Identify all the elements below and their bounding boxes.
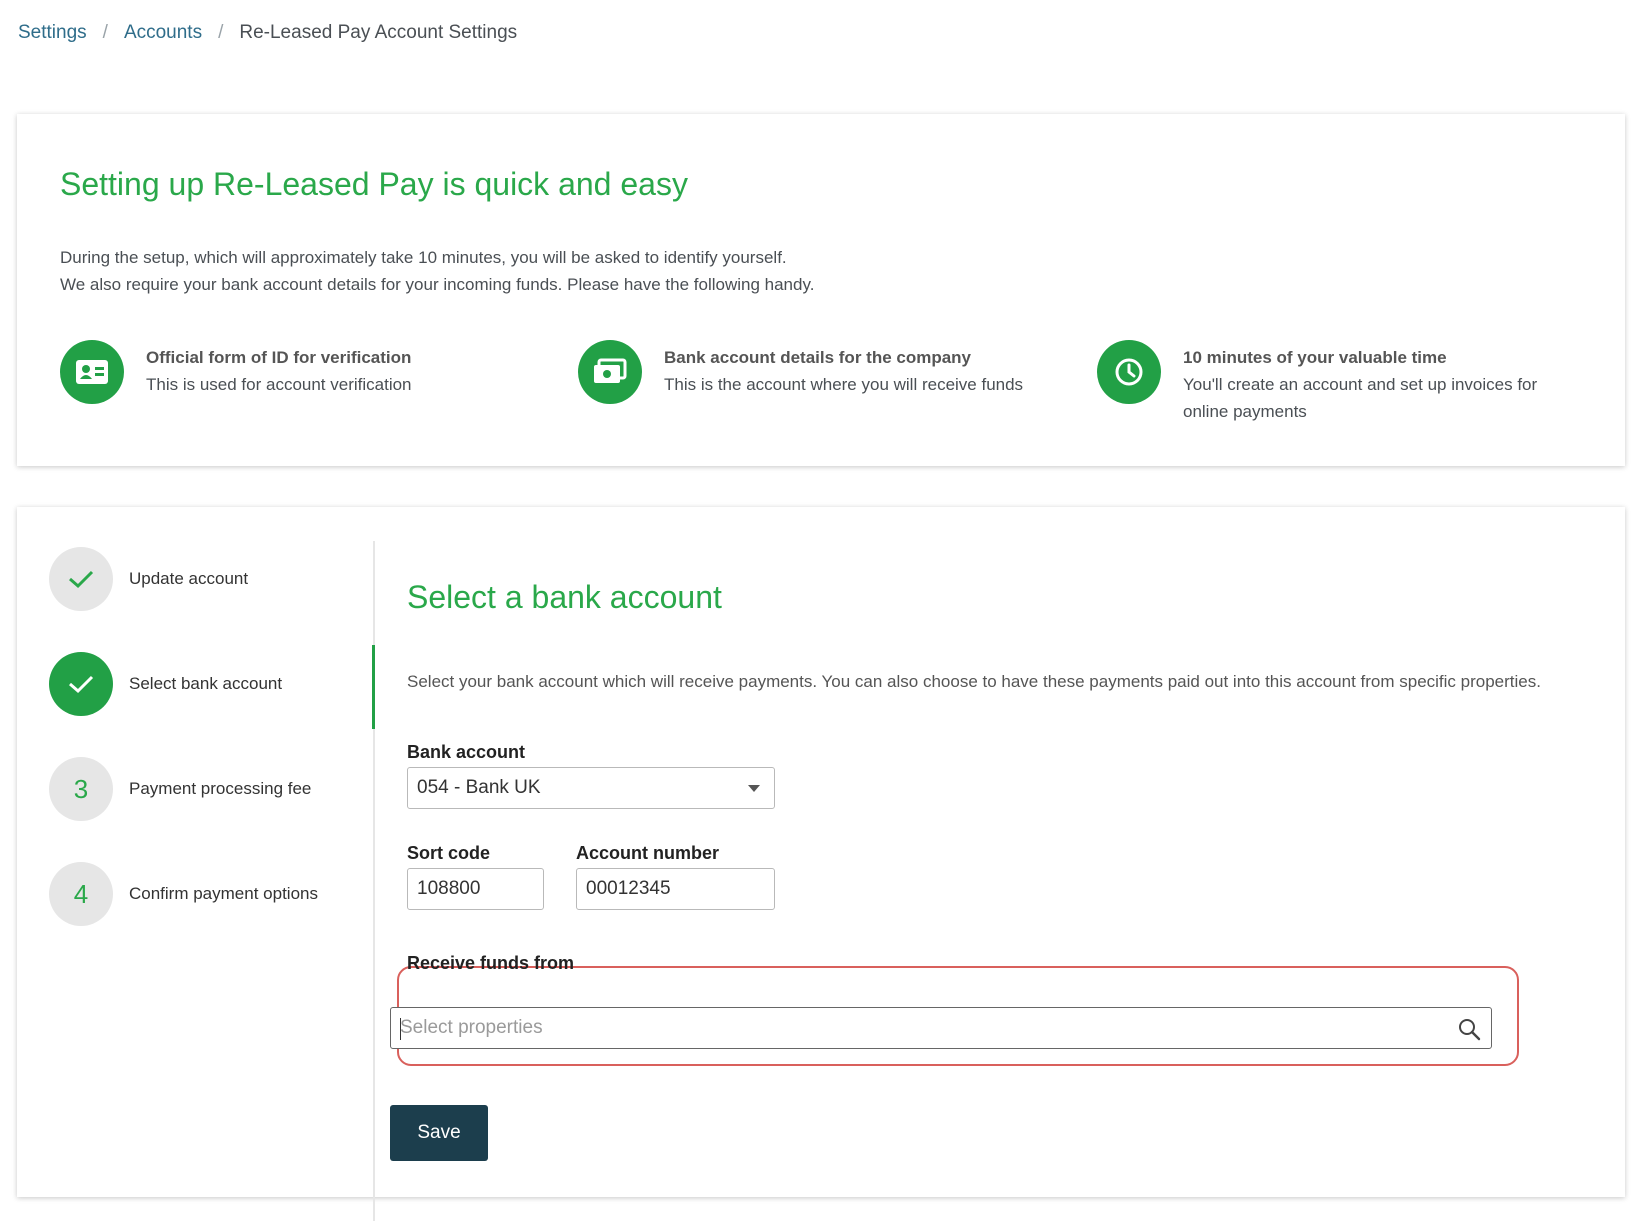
intro-card: Setting up Re-Leased Pay is quick and ea… (17, 114, 1625, 466)
chevron-down-icon (748, 785, 760, 792)
breadcrumb: Settings / Accounts / Re-Leased Pay Acco… (18, 22, 517, 44)
section-description: Select your bank account which will rece… (407, 672, 1541, 691)
check-icon (49, 652, 113, 716)
bank-account-value: 054 - Bank UK (417, 777, 541, 798)
step-payment-processing-fee[interactable]: 3 Payment processing fee (49, 757, 311, 821)
check-icon (49, 547, 113, 611)
requirement-desc: This is the account where you will recei… (664, 375, 1024, 394)
breadcrumb-current: Re-Leased Pay Account Settings (239, 22, 518, 43)
intro-line-1: During the setup, which will approximate… (60, 248, 787, 267)
step-label: Select bank account (129, 674, 283, 693)
step-number: 4 (49, 862, 113, 926)
bank-account-select[interactable]: 054 - Bank UK (407, 767, 775, 809)
sort-code-label: Sort code (407, 843, 491, 863)
steps-divider (373, 541, 375, 1221)
money-icon (578, 340, 642, 404)
step-update-account[interactable]: Update account (49, 547, 248, 611)
step-label: Confirm payment options (129, 884, 318, 903)
step-number: 3 (49, 757, 113, 821)
step-label: Payment processing fee (129, 779, 312, 798)
active-step-indicator (372, 645, 375, 729)
account-number-field[interactable]: 00012345 (576, 868, 775, 910)
step-select-bank-account[interactable]: Select bank account (49, 652, 282, 716)
requirement-id: Official form of ID for verification Thi… (60, 340, 412, 404)
breadcrumb-settings[interactable]: Settings (18, 22, 87, 44)
bank-account-label: Bank account (407, 742, 526, 762)
intro-line-2: We also require your bank account detail… (60, 275, 815, 294)
setup-card: Update account Select bank account 3 Pay… (17, 507, 1625, 1221)
requirement-desc: You'll create an account and set up invo… (1183, 375, 1538, 421)
step-label: Update account (129, 569, 249, 588)
requirement-title: 10 minutes of your valuable time (1183, 348, 1447, 367)
section-title: Select a bank account (407, 579, 722, 615)
requirement-title: Official form of ID for verification (146, 348, 412, 367)
text-cursor (400, 1018, 401, 1040)
breadcrumb-accounts[interactable]: Accounts (124, 22, 202, 44)
account-number-value: 00012345 (586, 878, 671, 899)
requirement-bank: Bank account details for the company Thi… (578, 340, 1023, 404)
sort-code-field[interactable]: 108800 (407, 868, 544, 910)
search-icon[interactable] (1457, 1017, 1481, 1046)
breadcrumb-separator: / (102, 22, 108, 43)
breadcrumb-separator: / (218, 22, 224, 43)
intro-text: During the setup, which will approximate… (60, 244, 814, 298)
requirement-time: 10 minutes of your valuable time You'll … (1097, 340, 1587, 425)
requirement-desc: This is used for account verification (146, 375, 412, 394)
intro-title: Setting up Re-Leased Pay is quick and ea… (60, 166, 688, 202)
receive-funds-label: Receive funds from (407, 953, 575, 973)
account-number-label: Account number (576, 843, 720, 863)
step-confirm-payment-options[interactable]: 4 Confirm payment options (49, 862, 318, 926)
clock-icon (1097, 340, 1161, 404)
save-button[interactable]: Save (390, 1105, 488, 1161)
id-card-icon (60, 340, 124, 404)
requirement-title: Bank account details for the company (664, 348, 972, 367)
receive-funds-placeholder: Select properties (400, 1017, 543, 1038)
sort-code-value: 108800 (417, 878, 481, 899)
receive-funds-search-input[interactable]: Select properties (390, 1007, 1492, 1049)
